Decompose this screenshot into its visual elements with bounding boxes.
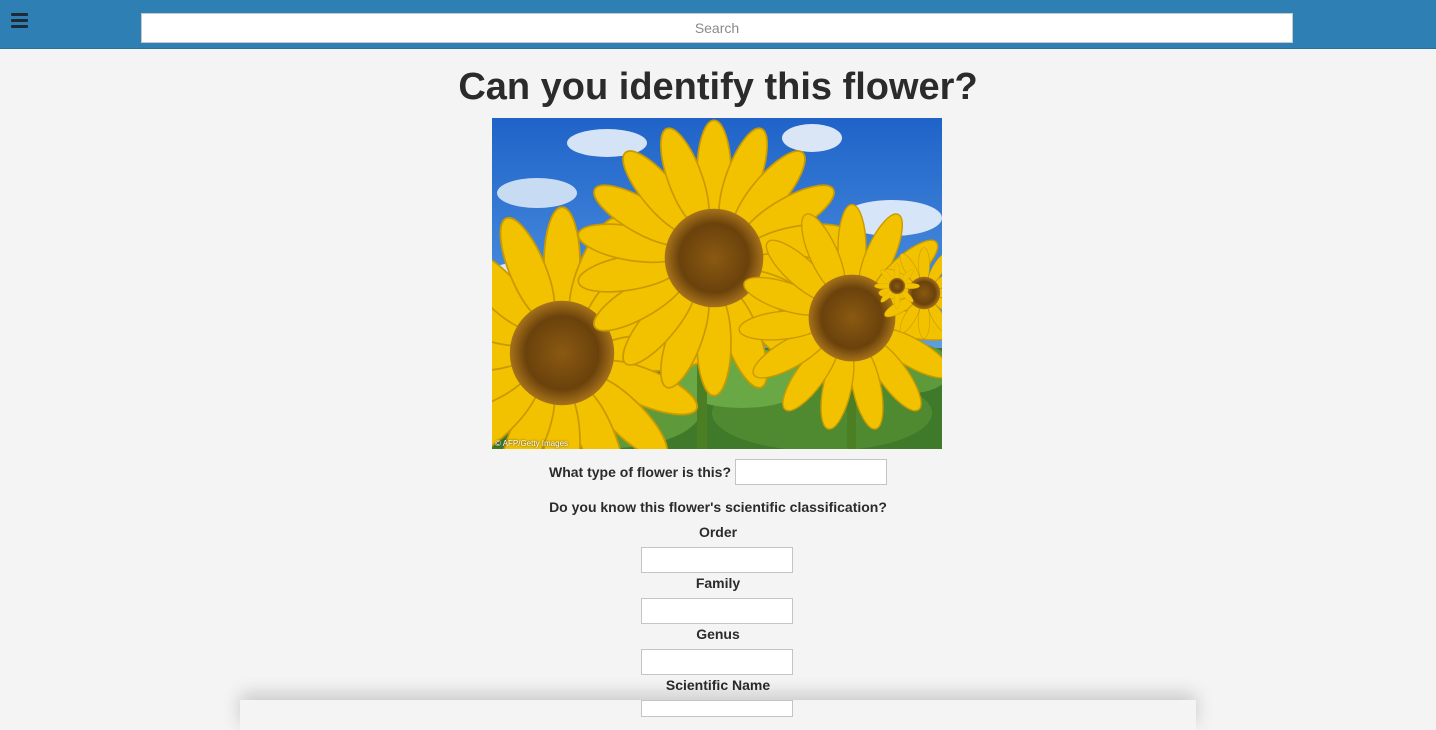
flower-type-label: What type of flower is this? <box>548 464 731 480</box>
genus-input[interactable] <box>641 649 793 675</box>
family-label: Family <box>695 575 741 591</box>
flower-type-input[interactable] <box>735 459 887 485</box>
bottom-panel-shadow <box>240 700 1196 730</box>
family-input[interactable] <box>641 598 793 624</box>
scientific-name-label: Scientific Name <box>665 677 771 693</box>
genus-label: Genus <box>696 626 740 642</box>
hamburger-menu-icon[interactable] <box>11 13 31 33</box>
flower-photo: © AFP/Getty Images <box>492 118 942 449</box>
order-label: Order <box>698 524 738 540</box>
photo-credit: © AFP/Getty Images <box>495 439 569 448</box>
classification-prompt: Do you know this flower's scientific cla… <box>549 499 887 515</box>
page-title: Can you identify this flower? <box>458 66 978 108</box>
search-input[interactable] <box>141 13 1293 43</box>
order-input[interactable] <box>641 547 793 573</box>
flower-type-row: What type of flower is this? <box>0 459 1436 485</box>
top-bar <box>0 0 1436 49</box>
